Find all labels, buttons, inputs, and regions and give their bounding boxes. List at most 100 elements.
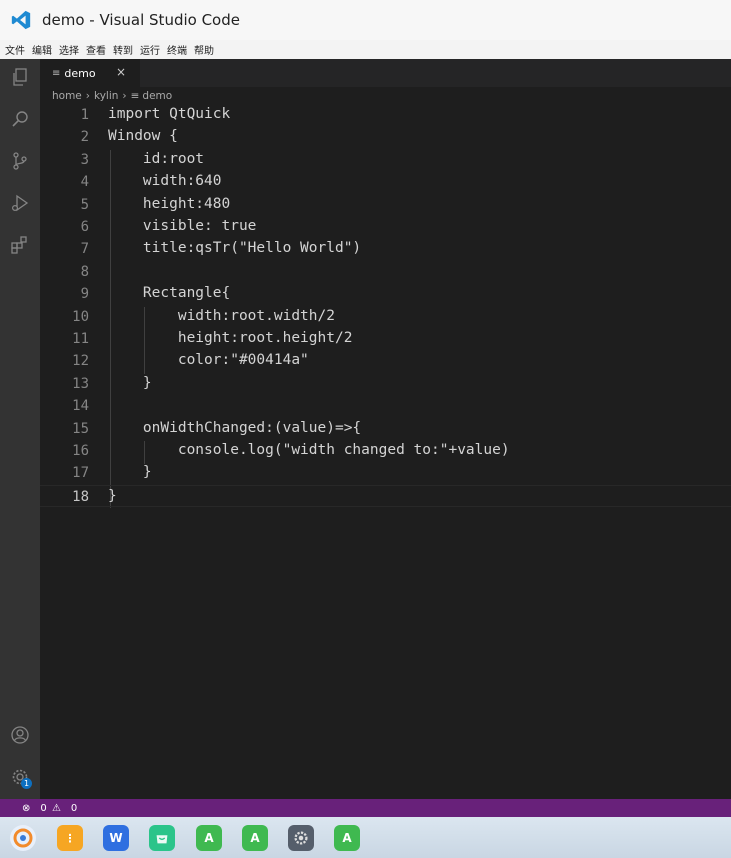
vscode-logo-icon xyxy=(11,10,31,30)
line-number: 18 xyxy=(72,488,89,505)
file-lines-icon: ≡ xyxy=(52,67,61,79)
file-lines-icon: ≡ xyxy=(130,90,140,102)
wps-icon[interactable]: W xyxy=(103,825,129,851)
activity-bar: 1 xyxy=(0,59,40,799)
line-number: 4 xyxy=(80,174,89,191)
start-menu-icon[interactable] xyxy=(10,825,36,851)
window-title: demo - Visual Studio Code xyxy=(42,11,240,29)
chevron-right-icon: › xyxy=(122,90,127,102)
code-line: 11 height:root.height/2 xyxy=(40,328,731,350)
code-text: width:root.width/2 xyxy=(108,307,335,324)
app-glyph: A xyxy=(250,831,260,845)
android-app-icon-1[interactable]: A xyxy=(196,825,222,851)
menu-edit[interactable]: 编辑 xyxy=(32,42,52,57)
app-glyph: A xyxy=(342,831,352,845)
breadcrumb: home › kylin › ≡ demo xyxy=(52,88,172,104)
code-text: onWidthChanged:(value)=>{ xyxy=(108,419,362,436)
code-text: height:root.height/2 xyxy=(108,330,353,346)
app-glyph: W xyxy=(109,831,123,845)
code-text: title:qsTr("Hello World") xyxy=(108,240,362,257)
code-line: 1 import QtQuick xyxy=(40,104,731,126)
warning-icon: ⚠ xyxy=(51,802,61,814)
search-icon[interactable] xyxy=(8,107,32,131)
tab-label: demo xyxy=(64,66,96,80)
line-number: 10 xyxy=(72,308,89,325)
account-icon[interactable] xyxy=(8,723,32,747)
code-line: 13 } xyxy=(40,373,731,395)
file-manager-icon[interactable]: ⋮ xyxy=(57,825,83,851)
line-number: 5 xyxy=(80,196,89,213)
line-number: 17 xyxy=(72,465,89,482)
line-number: 3 xyxy=(80,151,89,168)
code-line: 14 xyxy=(40,395,731,417)
code-text: } xyxy=(108,374,152,391)
breadcrumb-home[interactable]: home xyxy=(52,90,82,102)
code-text: Rectangle{ xyxy=(108,285,231,302)
code-text: } xyxy=(108,487,117,504)
tab-demo[interactable]: ≡ demo × xyxy=(40,59,140,87)
breadcrumb-kylin[interactable]: kylin xyxy=(94,90,118,102)
code-text: width:640 xyxy=(108,173,222,190)
editor-tabs: ≡ demo × xyxy=(40,59,731,87)
line-number: 8 xyxy=(80,263,89,280)
menu-run[interactable]: 运行 xyxy=(140,42,160,57)
problems-indicator[interactable]: ⊗ 0 ⚠ 0 xyxy=(12,803,77,814)
taskbar: ⋮ W A A A xyxy=(0,817,731,858)
code-line: 16 console.log("width changed to:"+value… xyxy=(40,440,731,462)
line-number: 16 xyxy=(72,443,89,459)
code-line: 10 width:root.width/2 xyxy=(40,306,731,328)
line-number: 2 xyxy=(80,129,89,146)
android-app-icon-3[interactable]: A xyxy=(334,825,360,851)
code-line: 18} xyxy=(40,484,731,508)
explorer-icon[interactable] xyxy=(8,65,32,89)
code-text: console.log("width changed to:"+value) xyxy=(108,442,510,458)
code-line: 3 id:root xyxy=(40,149,731,171)
line-number: 15 xyxy=(72,420,89,437)
code-text: visible: true xyxy=(108,218,257,234)
code-text: } xyxy=(108,464,152,481)
code-line: 2 Window { xyxy=(40,126,731,148)
code-line: 5 height:480 xyxy=(40,194,731,216)
code-line: 12 color:"#00414a" xyxy=(40,350,731,372)
chevron-right-icon: › xyxy=(85,90,90,102)
android-app-icon-2[interactable]: A xyxy=(242,825,268,851)
line-number: 1 xyxy=(80,107,89,123)
code-line: 8 xyxy=(40,261,731,283)
menu-terminal[interactable]: 终端 xyxy=(167,42,187,57)
code-line: 7 title:qsTr("Hello World") xyxy=(40,238,731,260)
extensions-icon[interactable] xyxy=(8,233,32,257)
settings-app-icon[interactable] xyxy=(288,825,314,851)
line-number: 12 xyxy=(72,353,89,370)
status-bar: ⊗ 0 ⚠ 0 xyxy=(0,799,731,817)
error-icon: ⊗ xyxy=(22,802,31,814)
close-icon[interactable]: × xyxy=(116,65,126,79)
menu-bar: 文件 编辑 选择 查看 转到 运行 终端 帮助 xyxy=(0,40,731,59)
app-store-icon[interactable] xyxy=(149,825,175,851)
menu-view[interactable]: 查看 xyxy=(86,42,106,57)
menu-file[interactable]: 文件 xyxy=(5,42,25,57)
error-count: 0 xyxy=(40,802,47,814)
menu-help[interactable]: 帮助 xyxy=(194,42,214,57)
line-number: 7 xyxy=(80,241,89,258)
line-number: 9 xyxy=(80,286,89,303)
breadcrumb-demo[interactable]: demo xyxy=(142,90,172,102)
source-control-icon[interactable] xyxy=(8,149,32,173)
code-text: import QtQuick xyxy=(108,106,231,122)
line-number: 11 xyxy=(72,331,89,347)
code-text: height:480 xyxy=(108,195,231,212)
code-text: color:"#00414a" xyxy=(108,352,309,369)
code-editor[interactable]: 1 import QtQuick 2 Window {3 id:root 4 width… xyxy=(40,104,731,799)
code-line: 17 } xyxy=(40,462,731,484)
settings-gear-icon[interactable]: 1 xyxy=(8,765,32,789)
line-number: 6 xyxy=(80,219,89,235)
code-line: 15 onWidthChanged:(value)=>{ xyxy=(40,418,731,440)
menu-go[interactable]: 转到 xyxy=(113,42,133,57)
line-number: 13 xyxy=(72,375,89,392)
line-number: 14 xyxy=(72,398,89,415)
run-debug-icon[interactable] xyxy=(8,191,32,215)
title-bar: demo - Visual Studio Code xyxy=(0,0,731,40)
menu-selection[interactable]: 选择 xyxy=(59,42,79,57)
app-glyph: A xyxy=(204,831,214,845)
settings-badge: 1 xyxy=(21,778,32,789)
code-line: 9 Rectangle{ xyxy=(40,283,731,305)
